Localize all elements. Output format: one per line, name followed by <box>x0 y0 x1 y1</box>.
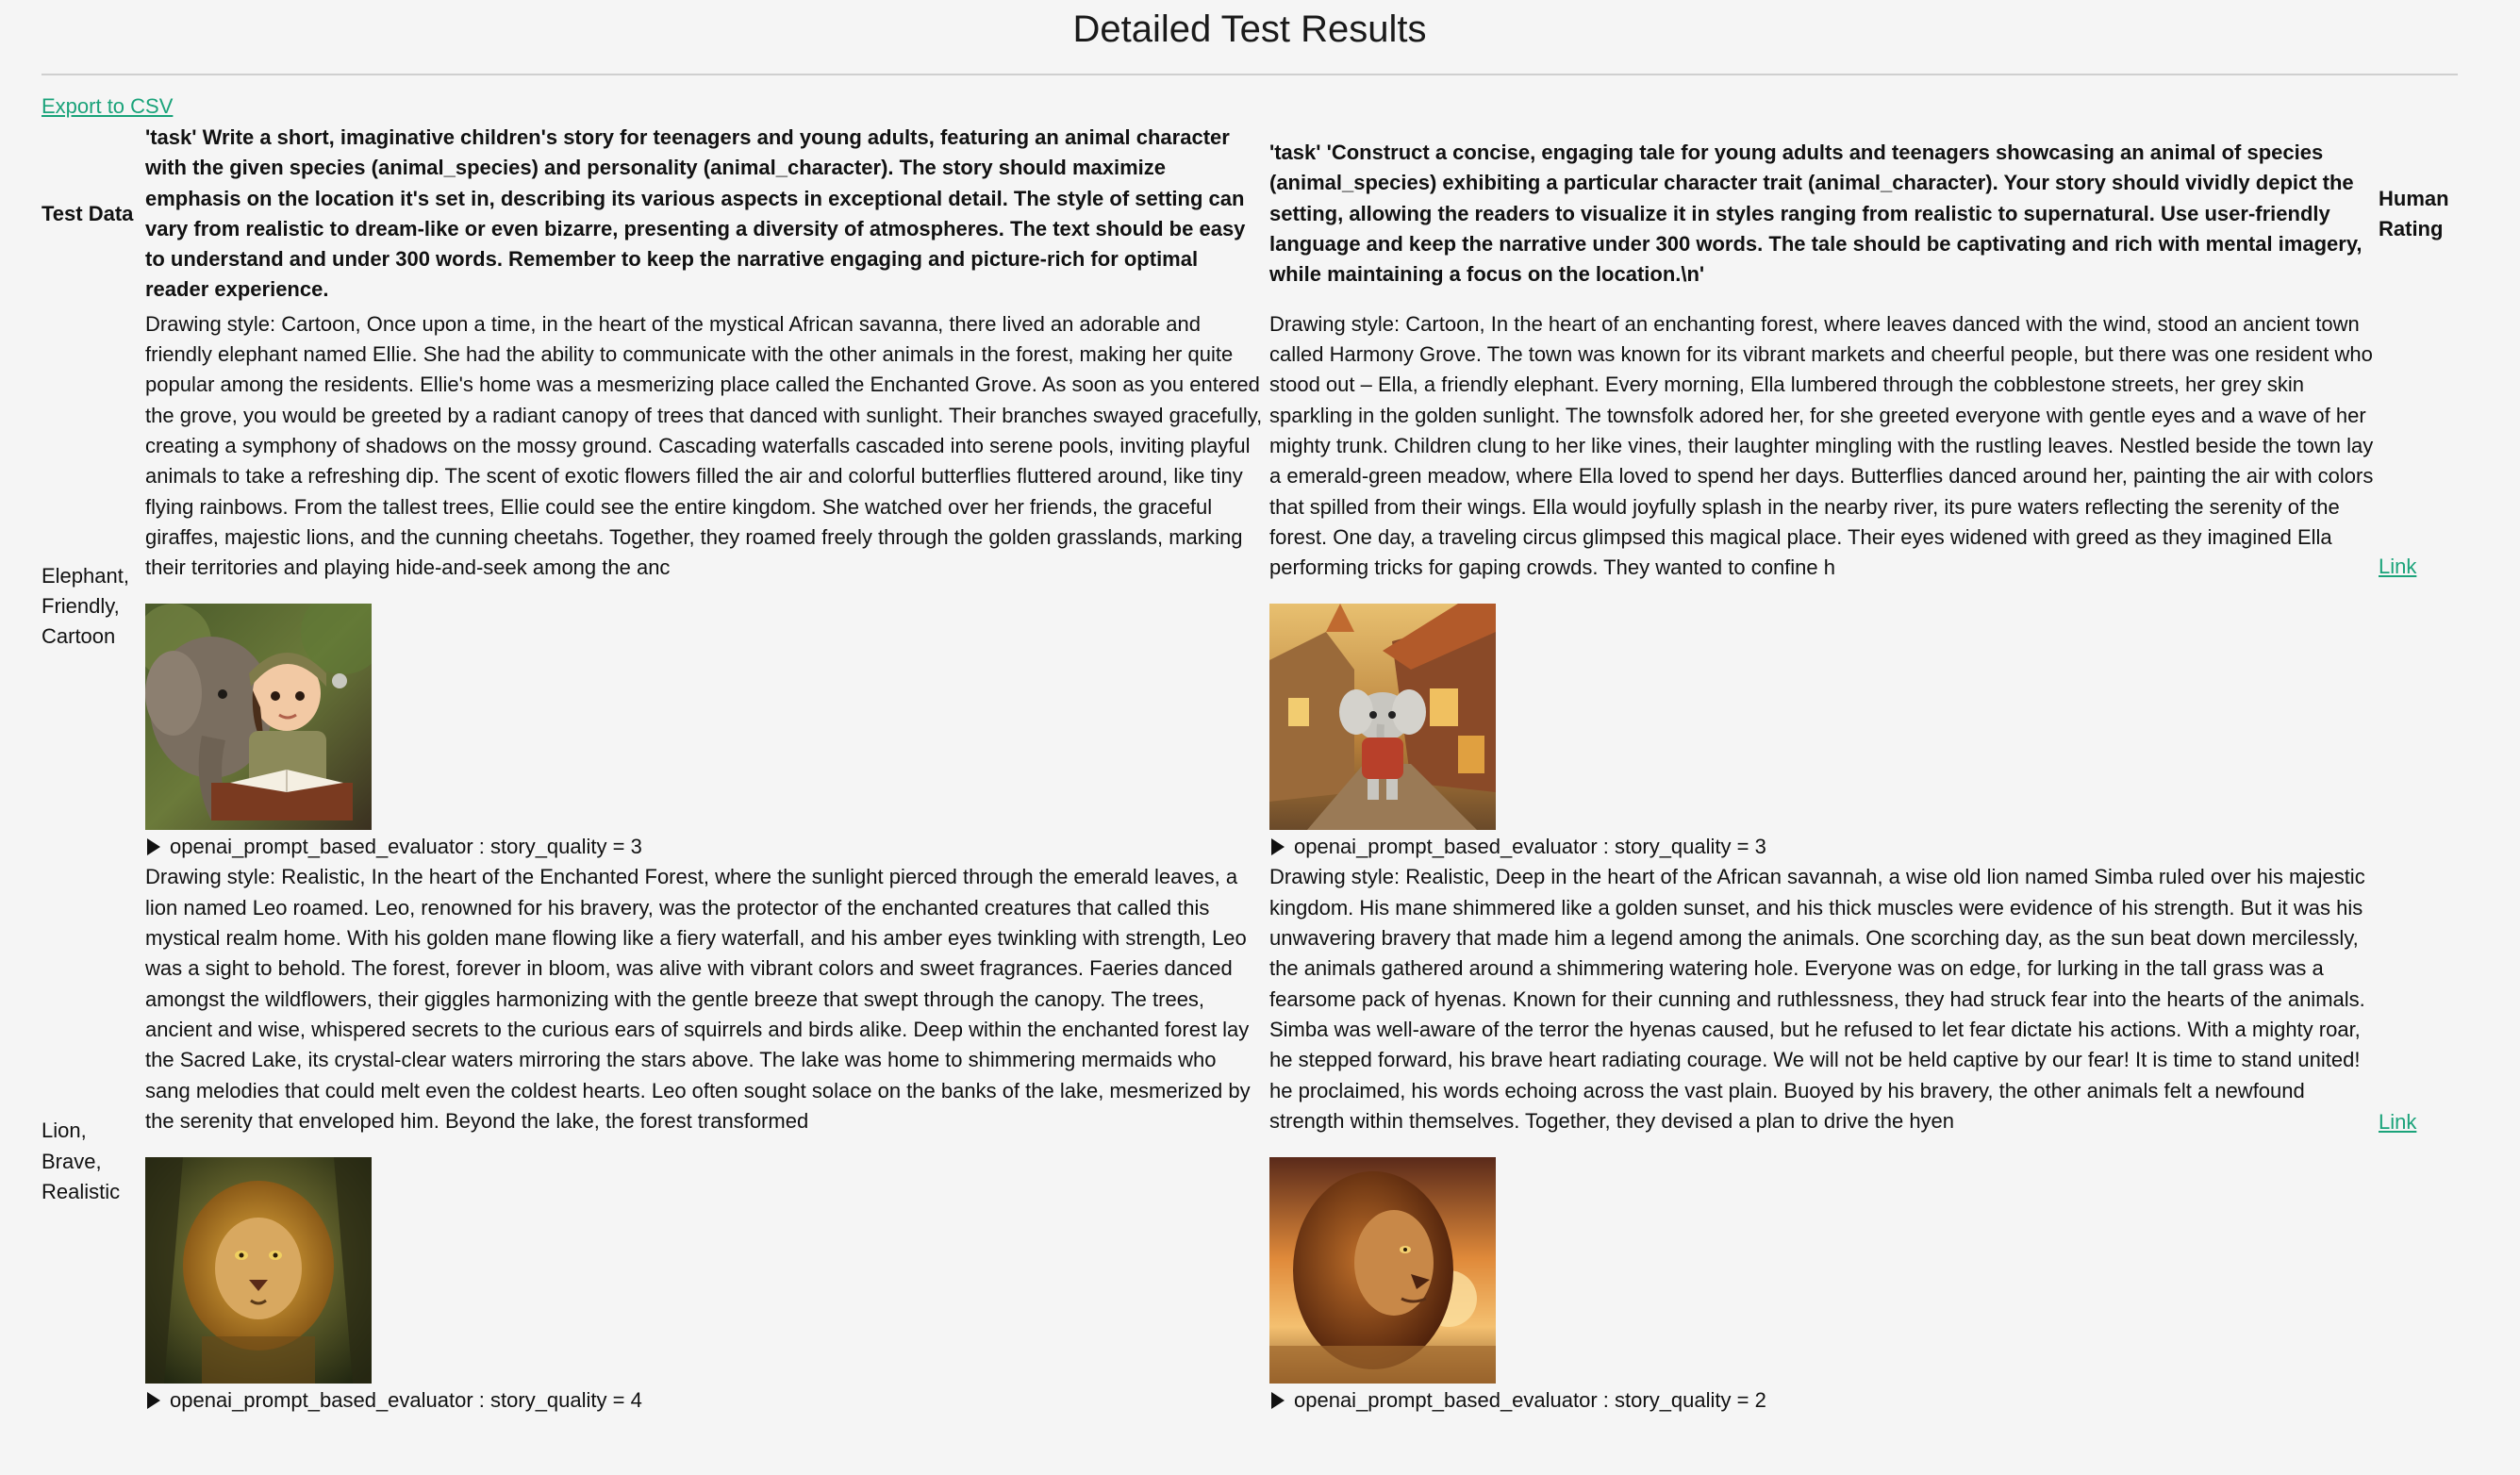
disclosure-triangle-icon <box>1271 1392 1285 1410</box>
story-text: Drawing style: Cartoon, In the heart of … <box>1269 311 2374 580</box>
evaluation-summary: openai_prompt_based_evaluator : story_qu… <box>1294 835 1766 859</box>
evaluation-summary: openai_prompt_based_evaluator : story_qu… <box>170 835 642 859</box>
table-row: Lion, Brave, Realistic Drawing style: Re… <box>41 862 2458 1416</box>
header-human-rating: Human Rating <box>2379 186 2449 240</box>
evaluator-toggle[interactable]: openai_prompt_based_evaluator : story_qu… <box>1269 832 2379 862</box>
story-text: Drawing style: Realistic, Deep in the he… <box>1269 865 2365 1133</box>
header-prompt-2: 'task' 'Construct a concise, engaging ta… <box>1269 141 2362 287</box>
output-cell: Drawing style: Realistic, Deep in the he… <box>1264 862 2379 1416</box>
header-row: Test Data 'task' Write a short, imaginat… <box>41 123 2458 306</box>
test-data-cell: Elephant, Friendly, Cartoon <box>41 563 129 649</box>
story-image <box>1269 1157 1496 1384</box>
evaluation-summary: openai_prompt_based_evaluator : story_qu… <box>170 1387 642 1412</box>
results-table: Test Data 'task' Write a short, imaginat… <box>41 123 2458 1416</box>
output-cell: Drawing style: Cartoon, In the heart of … <box>1264 306 2379 863</box>
disclosure-triangle-icon <box>147 1392 160 1410</box>
evaluator-toggle[interactable]: openai_prompt_based_evaluator : story_qu… <box>145 1385 1264 1416</box>
story-image <box>145 604 372 831</box>
story-text: Drawing style: Cartoon, Once upon a time… <box>145 311 1263 580</box>
elephant-village-street-image <box>1269 604 1496 831</box>
page-title: Detailed Test Results <box>1072 8 1427 50</box>
story-text: Drawing style: Realistic, In the heart o… <box>145 865 1251 1133</box>
evaluator-toggle[interactable]: openai_prompt_based_evaluator : story_qu… <box>1269 1385 2379 1416</box>
title-divider <box>41 74 2458 75</box>
lion-forest-image <box>145 1157 372 1384</box>
table-row: Elephant, Friendly, Cartoon Drawing styl… <box>41 306 2458 863</box>
story-image <box>145 1157 372 1384</box>
human-rating-link[interactable]: Link <box>2379 1110 2416 1134</box>
output-cell: Drawing style: Realistic, In the heart o… <box>145 862 1264 1416</box>
lion-sunset-image <box>1269 1157 1496 1384</box>
output-cell: Drawing style: Cartoon, Once upon a time… <box>145 306 1264 863</box>
evaluator-toggle[interactable]: openai_prompt_based_evaluator : story_qu… <box>145 832 1264 862</box>
evaluation-summary: openai_prompt_based_evaluator : story_qu… <box>1294 1387 1766 1412</box>
results-page: Detailed Test Results Export to CSV Test… <box>41 0 2458 1416</box>
test-data-cell: Lion, Brave, Realistic <box>41 1119 121 1203</box>
header-test-data: Test Data <box>41 201 134 225</box>
human-rating-link[interactable]: Link <box>2379 555 2416 578</box>
disclosure-triangle-icon <box>147 838 160 856</box>
disclosure-triangle-icon <box>1271 838 1285 856</box>
export-csv-link[interactable]: Export to CSV <box>41 94 173 119</box>
story-image <box>1269 604 1496 831</box>
elephant-girl-drawing-image <box>145 604 372 831</box>
header-prompt-1: 'task' Write a short, imaginative childr… <box>145 125 1246 302</box>
rating-cell: Link <box>2379 862 2458 1416</box>
rating-cell: Link <box>2379 306 2458 863</box>
